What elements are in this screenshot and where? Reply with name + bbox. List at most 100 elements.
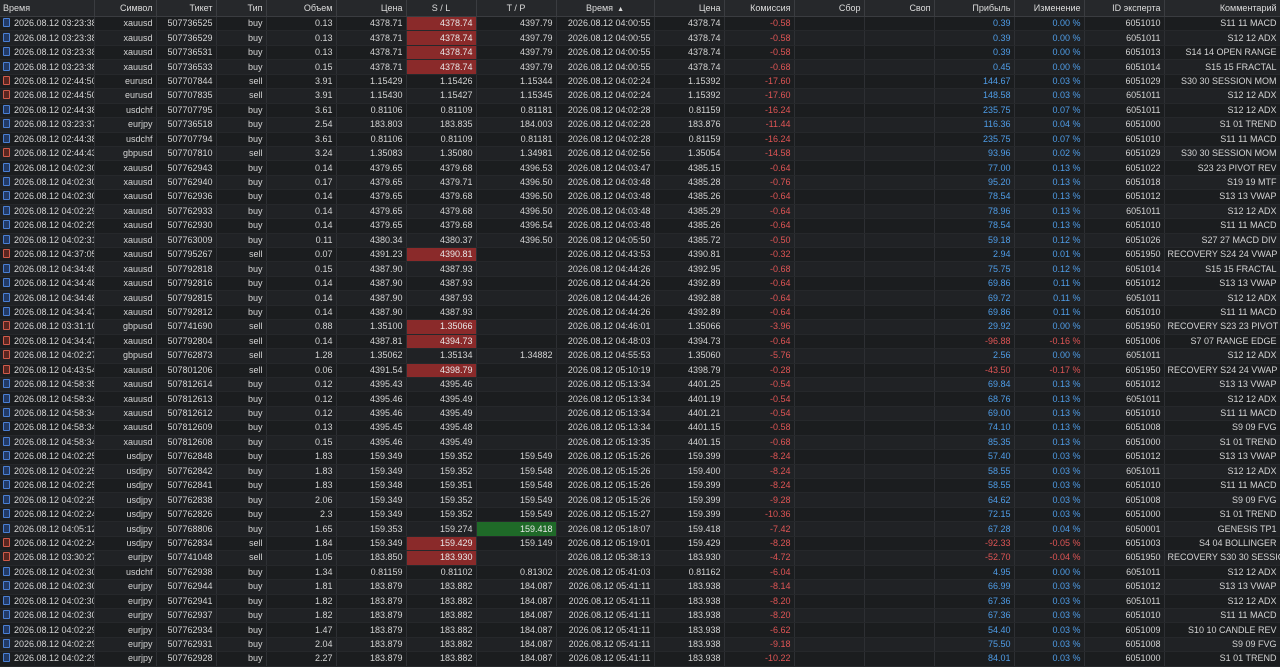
col-header-commission[interactable]: Комиссия [724,0,795,17]
table-row[interactable]: 2026.08.12 04:58:34 xauusd 507812609 buy 0.1… [0,420,1280,436]
table-row[interactable]: 2026.08.12 03:23:38 xauusd 507736525 buy 0.1… [0,16,1280,32]
cell-volume: 1.05 [266,550,337,566]
col-header-symbol[interactable]: Символ [94,0,157,17]
cell-change: 0.04 % [1014,521,1085,537]
table-row[interactable]: 2026.08.12 04:02:30 eurjpy 507762937 buy 1.8… [0,608,1280,624]
buy-deal-icon [3,278,10,288]
table-row[interactable]: 2026.08.12 04:02:30 usdchf 507762938 buy 1.3… [0,565,1280,581]
cell-symbol: eurusd [94,88,157,104]
table-row[interactable]: 2026.08.12 04:02:25 usdjpy 507762841 buy 1.8… [0,478,1280,494]
cell-fee [794,651,865,667]
cell-fee [794,478,865,494]
table-row[interactable]: 2026.08.12 03:23:37 eurjpy 507736518 buy 2.5… [0,117,1280,133]
table-row[interactable]: 2026.08.12 04:02:29 eurjpy 507762928 buy 2.2… [0,651,1280,667]
cell-fee [794,579,865,595]
table-row[interactable]: 2026.08.12 04:02:30 xauusd 507762943 buy 0.1… [0,160,1280,176]
table-row[interactable]: 2026.08.12 04:34:48 xauusd 507792816 buy 0.1… [0,276,1280,292]
table-row[interactable]: 2026.08.12 04:02:27 gbpusd 507762873 sell 1.… [0,348,1280,364]
cell-close-time: 2026.08.12 05:41:11 [556,594,655,609]
cell-comment: S19 19 MTF [1164,175,1280,191]
col-header-expert-id[interactable]: ID эксперта [1084,0,1165,17]
sell-deal-icon [3,249,10,259]
cell-type: sell [216,247,267,263]
table-row[interactable]: 2026.08.12 04:02:29 eurjpy 507762934 buy 1.4… [0,622,1280,638]
table-row[interactable]: 2026.08.12 03:23:38 xauusd 507736533 buy 0.1… [0,59,1280,75]
cell-volume: 0.12 [266,377,337,393]
table-row[interactable]: 2026.08.12 04:05:12 usdjpy 507768806 buy 1.6… [0,521,1280,537]
table-row[interactable]: 2026.08.12 03:23:38 xauusd 507736531 buy 0.1… [0,45,1280,61]
col-header-volume[interactable]: Объем [266,0,337,17]
open-time-text: 2026.08.12 03:31:10 [14,321,94,332]
table-row[interactable]: 2026.08.12 04:02:29 eurjpy 507762931 buy 2.0… [0,637,1280,653]
col-header-sl[interactable]: S / L [406,0,477,17]
table-row[interactable]: 2026.08.12 03:31:10 gbpusd 507741690 sell 0.… [0,319,1280,335]
table-row[interactable]: 2026.08.12 04:02:30 xauusd 507762936 buy 0.1… [0,189,1280,205]
cell-tp: 1.34981 [476,146,557,162]
cell-profit: -52.70 [934,550,1015,566]
cell-volume: 1.47 [266,622,337,638]
table-row[interactable]: 2026.08.12 04:02:30 eurjpy 507762941 buy 1.8… [0,594,1280,609]
table-row[interactable]: 2026.08.12 04:43:54 xauusd 507801206 sell 0.… [0,363,1280,378]
table-row[interactable]: 2026.08.12 04:02:24 usdjpy 507762834 sell 1.… [0,536,1280,552]
cell-expert-id: 6051006 [1084,334,1165,350]
col-header-close-time[interactable]: Время ▲ [556,0,655,17]
cell-change: 0.13 % [1014,218,1085,234]
cell-fee [794,435,865,451]
col-header-ticket[interactable]: Тикет [156,0,217,17]
col-header-comment[interactable]: Комментарий [1164,0,1280,17]
cell-open-price: 4378.71 [336,45,407,61]
cell-volume: 0.14 [266,305,337,321]
cell-open-price: 0.81106 [336,103,407,119]
table-row[interactable]: 2026.08.12 04:58:34 xauusd 507812613 buy 0.1… [0,391,1280,407]
col-header-fee[interactable]: Сбор [794,0,865,17]
cell-fee [794,103,865,119]
cell-change: 0.03 % [1014,464,1085,480]
cell-close-price: 1.35066 [654,319,725,335]
table-row[interactable]: 2026.08.12 04:58:34 xauusd 507812608 buy 0.1… [0,435,1280,451]
cell-change: 0.07 % [1014,103,1085,119]
cell-comment: RECOVERY S24 24 VWAP REV [1164,247,1280,263]
table-row[interactable]: 2026.08.12 03:23:38 xauusd 507736529 buy 0.1… [0,30,1280,46]
table-row[interactable]: 2026.08.12 02:44:50 eurusd 507707835 sell 3.… [0,88,1280,104]
table-row[interactable]: 2026.08.12 02:44:38 usdchf 507707794 buy 3.6… [0,132,1280,147]
cell-swap [864,16,935,32]
header-row: Время Символ Тикет Тип Объем Цена S / L … [0,0,1280,17]
col-header-open-time[interactable]: Время [0,0,95,17]
table-row[interactable]: 2026.08.12 02:44:38 usdchf 507707795 buy 3.6… [0,103,1280,119]
col-header-change[interactable]: Изменение [1014,0,1085,17]
table-row[interactable]: 2026.08.12 04:02:24 usdjpy 507762826 buy 2.3… [0,507,1280,523]
table-row[interactable]: 2026.08.12 04:34:47 xauusd 507792812 buy 0.1… [0,305,1280,321]
table-row[interactable]: 2026.08.12 04:02:25 usdjpy 507762842 buy 1.8… [0,464,1280,480]
table-row[interactable]: 2026.08.12 04:37:05 xauusd 507795267 sell 0.… [0,247,1280,263]
table-row[interactable]: 2026.08.12 04:02:29 xauusd 507762930 buy 0.1… [0,218,1280,234]
cell-commission: -8.28 [724,536,795,552]
table-row[interactable]: 2026.08.12 04:34:48 xauusd 507792815 buy 0.1… [0,290,1280,306]
table-row[interactable]: 2026.08.12 04:58:34 xauusd 507812612 buy 0.1… [0,406,1280,422]
table-row[interactable]: 2026.08.12 04:34:48 xauusd 507792818 buy 0.1… [0,261,1280,277]
col-header-tp[interactable]: T / P [476,0,557,17]
table-row[interactable]: 2026.08.12 03:30:27 eurjpy 507741048 sell 1.… [0,550,1280,566]
cell-open-price: 4380.34 [336,233,407,249]
col-header-type[interactable]: Тип [216,0,267,17]
col-header-profit[interactable]: Прибыль [934,0,1015,17]
table-row[interactable]: 2026.08.12 02:44:43 gbpusd 507707810 sell 3.… [0,146,1280,162]
table-row[interactable]: 2026.08.12 04:02:25 usdjpy 507762838 buy 2.0… [0,492,1280,508]
table-row[interactable]: 2026.08.12 04:34:47 xauusd 507792804 sell 0.… [0,334,1280,350]
table-row[interactable]: 2026.08.12 02:44:50 eurusd 507707844 sell 3.… [0,74,1280,90]
table-row[interactable]: 2026.08.12 04:02:25 usdjpy 507762848 buy 1.8… [0,449,1280,465]
table-row[interactable]: 2026.08.12 04:02:30 xauusd 507762940 buy 0.1… [0,175,1280,191]
cell-open-price: 159.348 [336,478,407,494]
cell-tp: 0.81181 [476,103,557,119]
col-header-close-price[interactable]: Цена [654,0,725,17]
col-header-swap[interactable]: Своп [864,0,935,17]
cell-swap [864,189,935,205]
table-row[interactable]: 2026.08.12 04:58:35 xauusd 507812614 buy 0.1… [0,377,1280,393]
cell-type: buy [216,261,267,277]
cell-comment: S12 12 ADX [1164,88,1280,104]
cell-sl: 159.352 [406,464,477,480]
cell-tp: 159.549 [476,449,557,465]
table-row[interactable]: 2026.08.12 04:02:29 xauusd 507762933 buy 0.1… [0,204,1280,220]
table-row[interactable]: 2026.08.12 04:02:31 xauusd 507763009 buy 0.1… [0,233,1280,249]
col-header-open-price[interactable]: Цена [336,0,407,17]
table-row[interactable]: 2026.08.12 04:02:30 eurjpy 507762944 buy 1.8… [0,579,1280,595]
